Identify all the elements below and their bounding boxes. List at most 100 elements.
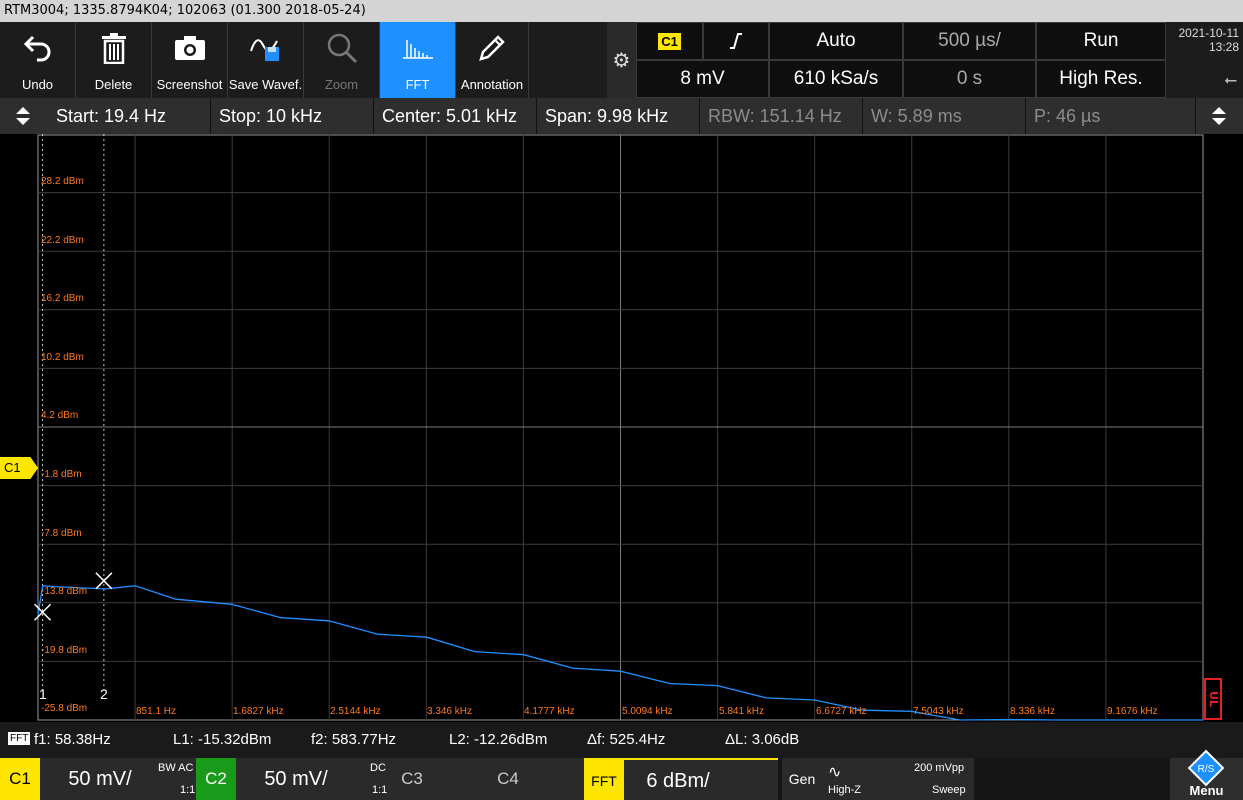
- undo-label: Undo: [21, 77, 54, 92]
- timebase-scale[interactable]: 500 µs/: [903, 22, 1036, 60]
- y-tick-label: 10.2 dBm: [41, 352, 84, 363]
- meas-delta-l: ΔL: 3.06dB: [725, 731, 800, 748]
- upper-limit-marker[interactable]: UL: [1204, 678, 1222, 720]
- channel-c4[interactable]: C4: [488, 758, 584, 800]
- sine-wave-icon: ∿: [828, 764, 842, 781]
- acquisition-mode[interactable]: High Res.: [1036, 60, 1166, 98]
- fft-rbw[interactable]: RBW: 151.14 Hz: [700, 98, 863, 134]
- x-tick-label: 5.841 kHz: [719, 706, 765, 717]
- x-tick-label: 9.1676 kHz: [1107, 706, 1158, 717]
- camera-icon: [152, 28, 227, 68]
- trigger-slope[interactable]: [703, 22, 769, 60]
- fft-button[interactable]: FFT: [380, 22, 456, 98]
- sample-rate: 610 kSa/s: [769, 60, 903, 98]
- gen-impedance: High-Z: [828, 784, 862, 796]
- cursor-measurements: FFT f1: 58.38Hz L1: -15.32dBm f2: 583.77…: [0, 722, 1243, 758]
- meas-l2: L2: -12.26dBm: [449, 731, 548, 748]
- gen-mode: Sweep: [932, 784, 966, 796]
- channel-c1-offset-marker[interactable]: C1: [0, 457, 38, 479]
- zoom-label: Zoom: [324, 77, 359, 92]
- menu-label: Menu: [1189, 783, 1224, 798]
- y-tick-label: -25.8 dBm: [41, 703, 88, 714]
- y-tick-label: 28.2 dBm: [41, 176, 84, 187]
- pencil-icon: [456, 28, 528, 68]
- up-down-arrow-icon: [16, 107, 30, 125]
- channel-bar: C1 50 mV/ BW AC 1:1 C2 50 mV/ DC 1:1 C3 …: [0, 749, 1243, 800]
- delete-button[interactable]: Delete: [76, 22, 152, 98]
- gear-icon: ⚙: [612, 48, 631, 72]
- time: 13:28: [1208, 40, 1239, 54]
- trigger-source-badge: C1: [658, 32, 681, 50]
- undo-button[interactable]: Undo: [0, 22, 76, 98]
- undo-icon: [0, 28, 75, 68]
- x-tick-label: 1.6827 kHz: [233, 706, 284, 717]
- settings-button[interactable]: ⚙: [607, 22, 636, 98]
- fft-bar-scroll-right[interactable]: [1196, 98, 1242, 134]
- run-stop[interactable]: Run: [1036, 22, 1166, 60]
- annotation-button[interactable]: Annotation: [456, 22, 529, 98]
- cursor-1-crosshair: [34, 603, 52, 621]
- x-tick-label: 2.5144 kHz: [330, 706, 381, 717]
- fft-period[interactable]: P: 46 µs: [1026, 98, 1196, 134]
- c3-label: C3: [401, 769, 423, 788]
- fft-bar-scroll-left[interactable]: [0, 98, 46, 134]
- x-tick-label: 4.1777 kHz: [524, 706, 575, 717]
- trigger-level[interactable]: 8 mV: [636, 60, 769, 98]
- meas-l1: L1: -15.32dBm: [173, 731, 272, 748]
- x-tick-label: 6.6727 kHz: [816, 706, 867, 717]
- fft-span[interactable]: Span: 9.98 kHz: [537, 98, 700, 134]
- gen-label: Gen: [788, 771, 816, 787]
- screenshot-label: Screenshot: [156, 77, 223, 92]
- x-tick-label: 5.0094 kHz: [622, 706, 673, 717]
- fft-label: FFT: [405, 77, 430, 92]
- c1-ratio: 1:1: [180, 784, 196, 796]
- cursor-1-label[interactable]: 1: [39, 686, 47, 702]
- c1-bandwidth: BW AC: [158, 762, 194, 774]
- y-tick-label: -1.8 dBm: [41, 469, 82, 480]
- fft-measurement-tag: FFT: [8, 732, 31, 745]
- c4-label: C4: [497, 769, 519, 788]
- svg-text:R/S: R/S: [1198, 764, 1215, 775]
- delete-label: Delete: [94, 77, 133, 92]
- up-down-arrow-icon: [1212, 107, 1226, 125]
- annotation-label: Annotation: [460, 77, 524, 92]
- y-tick-label: -13.8 dBm: [41, 586, 88, 597]
- c1-label: C1: [0, 758, 40, 800]
- meas-f1: f1: 58.38Hz: [34, 731, 111, 748]
- meas-delta-f: Δf: 525.4Hz: [587, 731, 666, 748]
- y-tick-label: -7.8 dBm: [41, 528, 82, 539]
- horizontal-position[interactable]: 0 s: [903, 60, 1036, 98]
- date: 2021-10-11: [1178, 26, 1240, 40]
- x-tick-label: 851.1 Hz: [136, 706, 177, 717]
- fft-window[interactable]: W: 5.89 ms: [863, 98, 1026, 134]
- menu-button[interactable]: R/S Menu: [1170, 749, 1243, 800]
- waveform-display[interactable]: 28.2 dBm 22.2 dBm 16.2 dBm 10.2 dBm 4.2 dBm -…: [0, 134, 1243, 722]
- zoom-button[interactable]: Zoom: [304, 22, 380, 98]
- cursor-2-label[interactable]: 2: [100, 686, 108, 702]
- fft-math-channel[interactable]: FFT 6 dBm/: [584, 758, 778, 800]
- channel-c2[interactable]: C2 50 mV/ DC 1:1: [196, 758, 392, 800]
- toolbar-spacer: [529, 22, 607, 98]
- save-waveform-icon: [228, 28, 303, 68]
- trigger-source[interactable]: C1: [636, 22, 703, 60]
- rising-edge-icon: [730, 33, 742, 49]
- save-waveform-label: Save Wavef.: [228, 77, 303, 92]
- fft-spectrum-icon: [380, 28, 455, 68]
- fft-start[interactable]: Start: 19.4 Hz: [48, 98, 211, 134]
- channel-c1[interactable]: C1 50 mV/ BW AC 1:1: [0, 758, 196, 800]
- generator-channel[interactable]: Gen ∿ High-Z 200 mVpp Sweep: [782, 758, 974, 800]
- c2-label: C2: [196, 758, 236, 800]
- fft-center[interactable]: Center: 5.01 kHz: [374, 98, 537, 134]
- trigger-mode[interactable]: Auto: [769, 22, 903, 60]
- fft-scale: 6 dBm/: [646, 770, 710, 792]
- save-waveform-button[interactable]: Save Wavef.: [228, 22, 304, 98]
- fft-stop[interactable]: Stop: 10 kHz: [211, 98, 374, 134]
- y-tick-label: 22.2 dBm: [41, 235, 84, 246]
- channel-c3[interactable]: C3: [392, 758, 488, 800]
- y-tick-label: -19.8 dBm: [41, 645, 88, 656]
- gen-amplitude: 200 mVpp: [914, 762, 965, 774]
- x-tick-label: 7.5043 kHz: [913, 706, 964, 717]
- window-title: RTM3004; 1335.8794K04; 102063 (01.300 20…: [0, 0, 1243, 22]
- screenshot-button[interactable]: Screenshot: [152, 22, 228, 98]
- x-tick-label: 3.346 kHz: [427, 706, 473, 717]
